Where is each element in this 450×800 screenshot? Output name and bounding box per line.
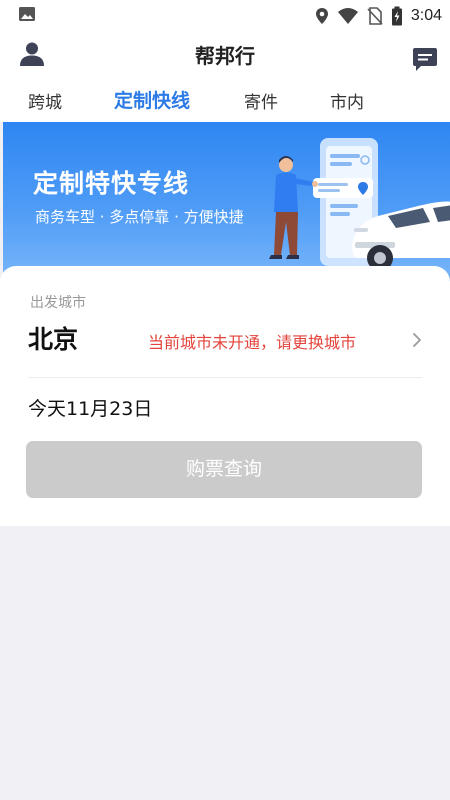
banner-title: 定制特快专线 [33,169,190,198]
departure-date[interactable]: 今天11月23日 [28,394,152,421]
message-icon[interactable] [412,46,438,72]
chevron-right-icon[interactable] [410,330,424,350]
promo-banner[interactable]: 定制特快专线 商务车型 · 多点停靠 · 方便快捷 [3,122,450,282]
wifi-icon [337,8,358,24]
tab-bar: 跨城 定制快线 寄件 市内 [0,78,450,122]
gallery-icon [19,7,35,21]
page-title: 帮邦行 [195,44,255,68]
query-tickets-button[interactable]: 购票查询 [26,441,422,498]
departure-city[interactable]: 北京 [28,320,78,356]
tab-send-package[interactable]: 寄件 [244,88,278,113]
city-warning: 当前城市未开通，请更换城市 [148,333,357,352]
banner-illustration [269,138,450,271]
battery-icon [391,6,402,26]
tab-custom-express[interactable]: 定制快线 [114,86,190,113]
divider [28,377,422,378]
ticket-search-card: 出发城市 北京 当前城市未开通，请更换城市 今天11月23日 购票查询 [0,266,450,526]
status-bar: 3:04 [0,0,450,32]
status-icons: 3:04 [315,6,442,26]
tab-intercity[interactable]: 跨城 [28,88,62,113]
location-icon [315,8,328,24]
departure-label: 出发城市 [30,295,86,311]
app-header: 帮邦行 [0,32,450,78]
banner-subtitle: 商务车型 · 多点停靠 · 方便快捷 [35,208,244,226]
no-sim-icon [367,7,383,25]
tab-in-city[interactable]: 市内 [330,88,364,113]
clock: 3:04 [410,7,442,24]
